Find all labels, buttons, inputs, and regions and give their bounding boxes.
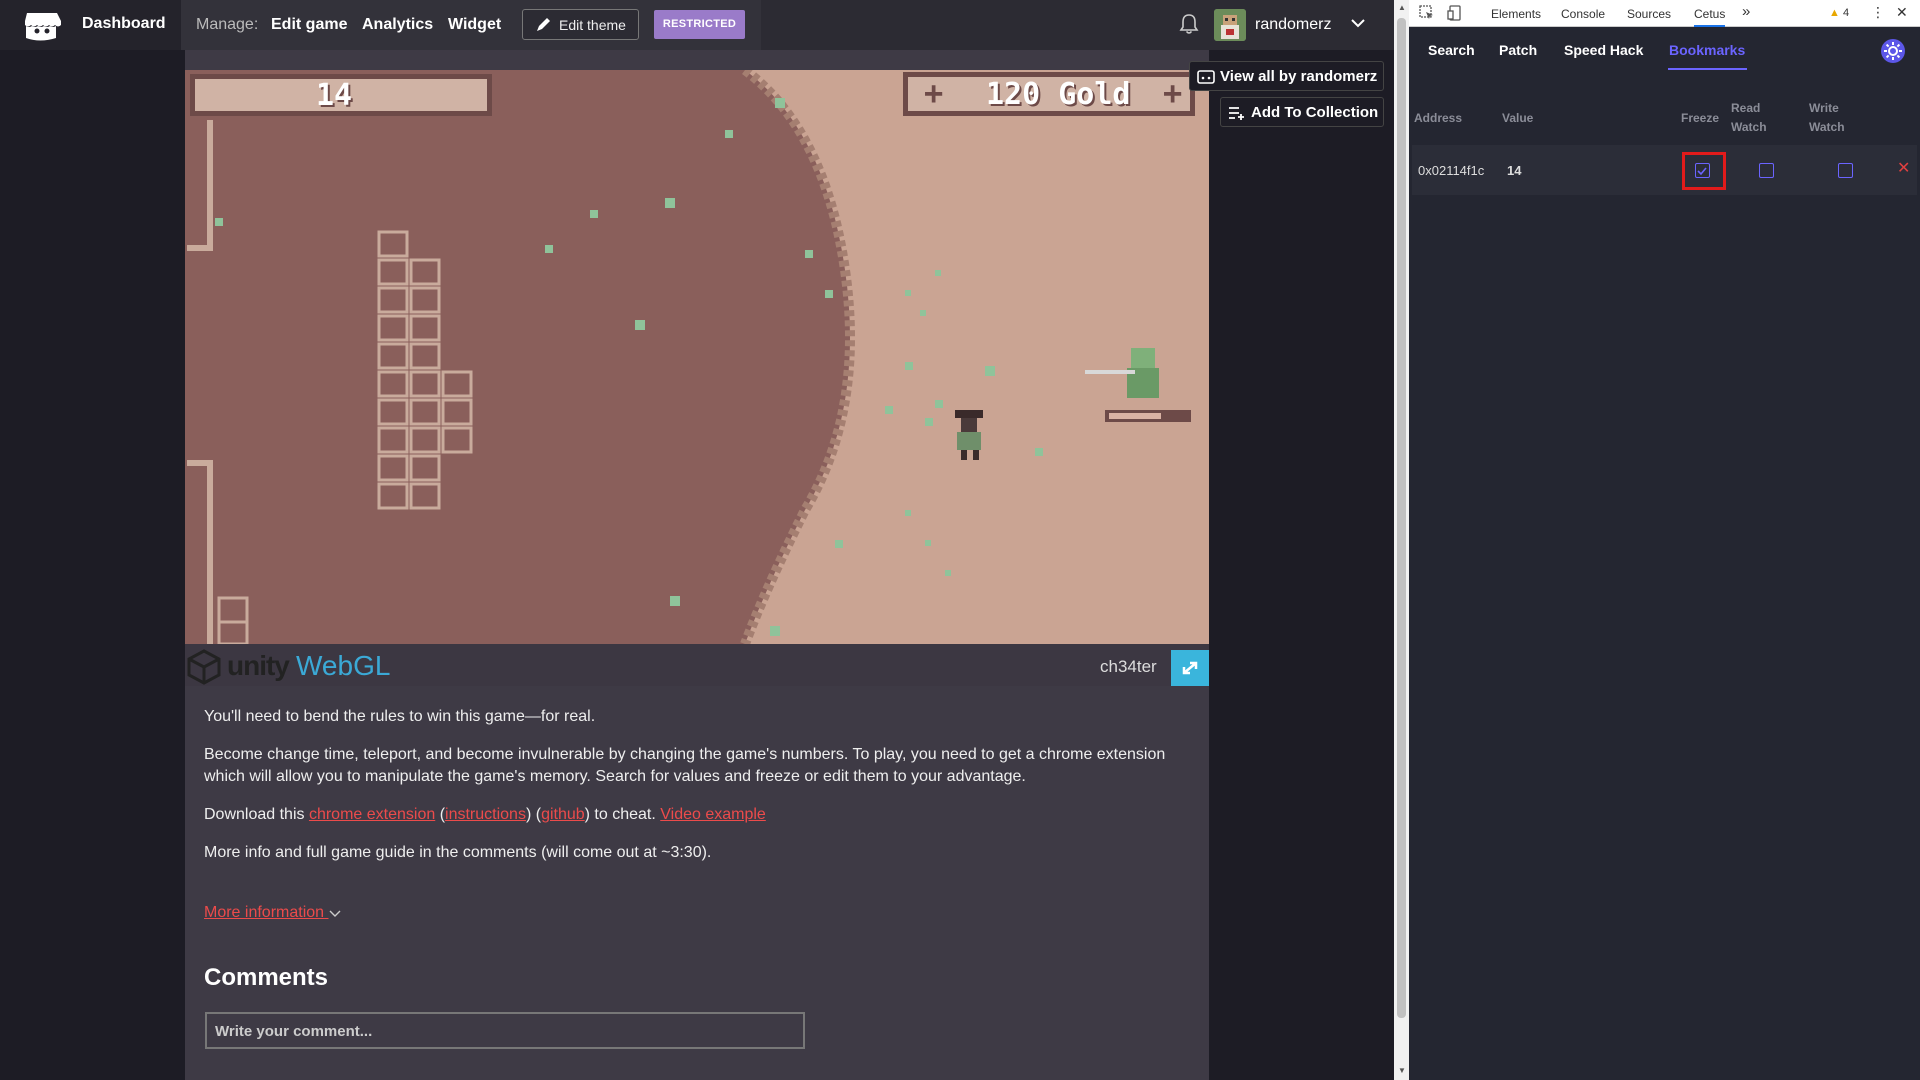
- restricted-badge[interactable]: RESTRICTED: [654, 10, 745, 39]
- device-toggle-icon[interactable]: [1447, 5, 1463, 21]
- col-header-read-watch-line2: Watch: [1731, 120, 1767, 134]
- devtools-tab-elements[interactable]: Elements: [1491, 7, 1541, 21]
- analytics-link[interactable]: Analytics: [362, 16, 433, 34]
- desc-paragraph-2: Become change time, teleport, and become…: [204, 746, 1166, 785]
- write-watch-checkbox[interactable]: [1838, 163, 1853, 178]
- cetus-tab-speed-hack[interactable]: Speed Hack: [1564, 42, 1643, 58]
- chevron-down-icon: [329, 910, 340, 917]
- desc-paragraph-4: More info and full game guide in the com…: [204, 844, 712, 861]
- settings-gear-icon[interactable]: [1881, 39, 1905, 63]
- username-label[interactable]: randomerz: [1255, 16, 1331, 34]
- cetus-tab-patch[interactable]: Patch: [1499, 42, 1537, 58]
- instructions-link[interactable]: instructions: [445, 806, 526, 823]
- chevron-down-icon[interactable]: [1350, 17, 1366, 29]
- col-header-value: Value: [1502, 111, 1534, 125]
- more-information-label: More information: [204, 904, 325, 921]
- add-collection-label: Add To Collection: [1251, 104, 1379, 121]
- more-information-link[interactable]: More information: [204, 904, 341, 922]
- hud-plus-left: +: [924, 74, 944, 112]
- playlist-add-icon: [1229, 107, 1244, 120]
- edit-theme-label: Edit theme: [559, 17, 626, 33]
- add-to-collection-button[interactable]: Add To Collection: [1220, 97, 1384, 127]
- freeze-highlight-box: [1682, 152, 1726, 190]
- game-canvas[interactable]: [185, 70, 1209, 644]
- row-value[interactable]: 14: [1507, 163, 1521, 178]
- close-icon[interactable]: ✕: [1896, 4, 1908, 21]
- manage-label: Manage:: [196, 16, 259, 33]
- scrollbar-thumb[interactable]: [1397, 18, 1406, 1018]
- game-scene: [185, 70, 1209, 644]
- devtools-tab-console[interactable]: Console: [1561, 7, 1605, 21]
- col-header-read-watch-line1: Read: [1731, 101, 1761, 115]
- devtools-overflow-icon[interactable]: »: [1742, 3, 1750, 20]
- desc-p3-mid1: (: [435, 806, 446, 823]
- hud-plus-right: +: [1163, 74, 1183, 112]
- comment-input[interactable]: Write your comment...: [205, 1012, 805, 1049]
- warnings-counter[interactable]: ▲ 4: [1829, 7, 1849, 19]
- unity-logo-icon: [187, 649, 221, 685]
- expand-icon: [1182, 661, 1198, 675]
- widget-link[interactable]: Widget: [448, 16, 501, 34]
- video-example-link[interactable]: Video example: [660, 806, 766, 823]
- edit-theme-button[interactable]: Edit theme: [522, 9, 639, 40]
- col-header-write-watch-line1: Write: [1809, 101, 1839, 115]
- fullscreen-button[interactable]: [1171, 650, 1209, 686]
- delete-row-icon[interactable]: ✕: [1897, 158, 1910, 178]
- inspect-element-icon[interactable]: [1419, 5, 1435, 21]
- devtools-tab-sources[interactable]: Sources: [1627, 7, 1671, 21]
- top-navbar: Dashboard Manage: Edit game Analytics Wi…: [0, 0, 1394, 50]
- desc-paragraph-3: Download this chrome extension (instruct…: [204, 804, 1184, 826]
- game-title: ch34ter: [1100, 657, 1157, 676]
- desc-p3-prefix: Download this: [204, 806, 309, 823]
- warnings-count: 4: [1842, 7, 1850, 19]
- kebab-menu-icon[interactable]: ⋮: [1871, 4, 1885, 21]
- webgl-brand-text: WebGL: [296, 650, 391, 681]
- itch-page: Dashboard Manage: Edit game Analytics Wi…: [0, 0, 1394, 1080]
- edit-game-link[interactable]: Edit game: [271, 16, 347, 34]
- cetus-tab-search[interactable]: Search: [1428, 42, 1475, 58]
- cetus-tab-bookmarks[interactable]: Bookmarks: [1669, 42, 1745, 58]
- bell-icon[interactable]: [1179, 13, 1199, 35]
- view-all-label: View all by randomerz: [1220, 68, 1378, 85]
- read-watch-checkbox[interactable]: [1759, 163, 1774, 178]
- github-link[interactable]: github: [541, 806, 585, 823]
- col-header-write-watch-line2: Watch: [1809, 120, 1845, 134]
- scroll-up-arrow-icon[interactable]: ▲: [1398, 3, 1406, 12]
- scroll-down-arrow-icon[interactable]: ▼: [1398, 1066, 1406, 1075]
- view-all-button[interactable]: View all by randomerz: [1189, 61, 1384, 91]
- user-avatar[interactable]: [1214, 9, 1246, 41]
- chrome-extension-link[interactable]: chrome extension: [309, 806, 435, 823]
- active-tab-underline: [1668, 68, 1747, 70]
- desc-p3-mid2: ) (: [525, 806, 542, 823]
- warning-icon: ▲: [1829, 7, 1840, 19]
- col-header-freeze: Freeze: [1681, 111, 1720, 125]
- itch-logo-icon[interactable]: [23, 11, 61, 41]
- hud-gold-value: 120 Gold: [986, 77, 1131, 112]
- comments-heading: Comments: [204, 964, 329, 991]
- col-header-address: Address: [1414, 111, 1463, 125]
- unity-brand-text: unity: [227, 650, 290, 681]
- desc-p3-mid3: ) to cheat.: [584, 806, 661, 823]
- itch-small-icon: [1197, 70, 1215, 84]
- row-address[interactable]: 0x02114f1c: [1418, 163, 1484, 178]
- pencil-icon: [537, 18, 550, 31]
- dashboard-link[interactable]: Dashboard: [82, 15, 166, 33]
- desc-paragraph-1: You'll need to bend the rules to win thi…: [204, 708, 596, 725]
- hud-timer-value: 14: [316, 78, 353, 113]
- devtools-tab-cetus[interactable]: Cetus: [1694, 7, 1726, 27]
